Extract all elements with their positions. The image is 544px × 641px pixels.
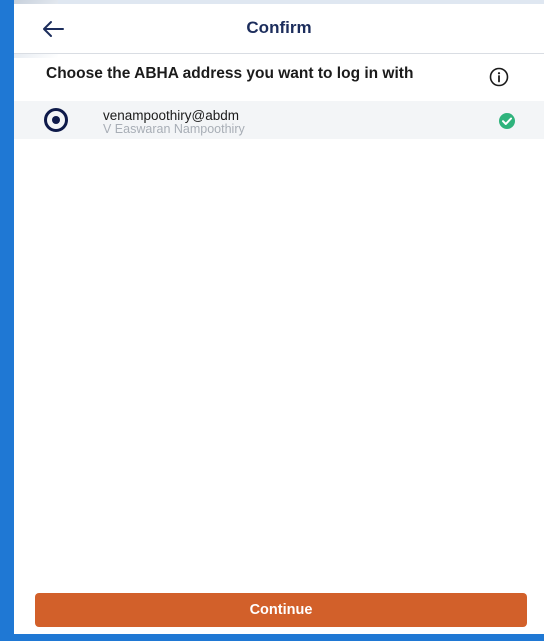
abha-option-row[interactable]: venampoothiry@abdm V Easwaran Nampoothir… — [14, 101, 544, 139]
radio-selected[interactable] — [44, 108, 68, 132]
radio-dot — [52, 116, 60, 124]
continue-button[interactable]: Continue — [35, 593, 527, 627]
info-button[interactable] — [488, 66, 510, 88]
check-circle-icon — [499, 113, 515, 129]
page-title: Confirm — [246, 18, 312, 37]
app-header: Confirm — [14, 4, 544, 54]
device-frame-left — [0, 0, 14, 641]
device-frame-bottom — [0, 634, 544, 641]
prompt-text: Choose the ABHA address you want to log … — [46, 65, 414, 82]
info-circle-icon — [489, 67, 509, 87]
abha-address: venampoothiry@abdm — [103, 108, 240, 123]
account-holder-name: V Easwaran Nampoothiry — [103, 122, 245, 136]
